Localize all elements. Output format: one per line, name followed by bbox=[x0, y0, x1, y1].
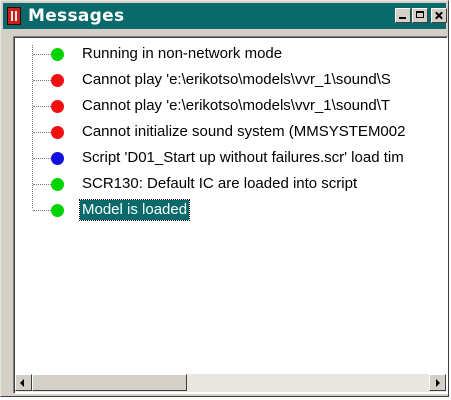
status-dot-icon bbox=[51, 152, 64, 165]
message-item-selected[interactable]: Model is loaded bbox=[14, 197, 447, 223]
messages-tree-view[interactable]: Running in non-network mode Cannot play … bbox=[13, 36, 448, 394]
message-item[interactable]: Cannot initialize sound system (MMSYSTEM… bbox=[14, 119, 447, 145]
horizontal-scrollbar[interactable] bbox=[15, 374, 446, 392]
message-item[interactable]: Script 'D01_Start up without failures.sc… bbox=[14, 145, 447, 171]
scroll-left-button[interactable] bbox=[15, 374, 32, 391]
close-button[interactable] bbox=[431, 8, 447, 23]
message-item[interactable]: Cannot play 'e:\erikotso\models\vvr_1\so… bbox=[14, 93, 447, 119]
status-dot-icon bbox=[51, 48, 64, 61]
status-dot-icon bbox=[51, 74, 64, 87]
app-icon[interactable] bbox=[7, 7, 21, 25]
window-title: Messages bbox=[28, 6, 125, 26]
message-item[interactable]: Cannot play 'e:\erikotso\models\vvr_1\so… bbox=[14, 67, 447, 93]
scrollbar-thumb[interactable] bbox=[32, 374, 187, 391]
maximize-button[interactable] bbox=[412, 8, 428, 23]
messages-window: Messages Running in non-network mode Can… bbox=[0, 0, 449, 397]
status-dot-icon bbox=[51, 100, 64, 113]
status-dot-icon bbox=[51, 178, 64, 191]
message-text: Script 'D01_Start up without failures.sc… bbox=[82, 149, 404, 166]
title-bar[interactable]: Messages bbox=[3, 3, 447, 29]
message-text: Model is loaded bbox=[78, 199, 191, 221]
minimize-button[interactable] bbox=[395, 8, 411, 23]
scroll-right-button[interactable] bbox=[429, 374, 446, 391]
message-list: Running in non-network mode Cannot play … bbox=[14, 37, 447, 375]
message-item[interactable]: SCR130: Default IC are loaded into scrip… bbox=[14, 171, 447, 197]
status-dot-icon bbox=[51, 204, 64, 217]
message-text: SCR130: Default IC are loaded into scrip… bbox=[82, 175, 358, 192]
message-text: Cannot play 'e:\erikotso\models\vvr_1\so… bbox=[82, 97, 391, 114]
message-text: Running in non-network mode bbox=[82, 45, 283, 62]
status-dot-icon bbox=[51, 126, 64, 139]
message-item[interactable]: Running in non-network mode bbox=[14, 41, 447, 67]
message-text: Cannot initialize sound system (MMSYSTEM… bbox=[82, 123, 406, 140]
message-text: Cannot play 'e:\erikotso\models\vvr_1\so… bbox=[82, 71, 391, 88]
